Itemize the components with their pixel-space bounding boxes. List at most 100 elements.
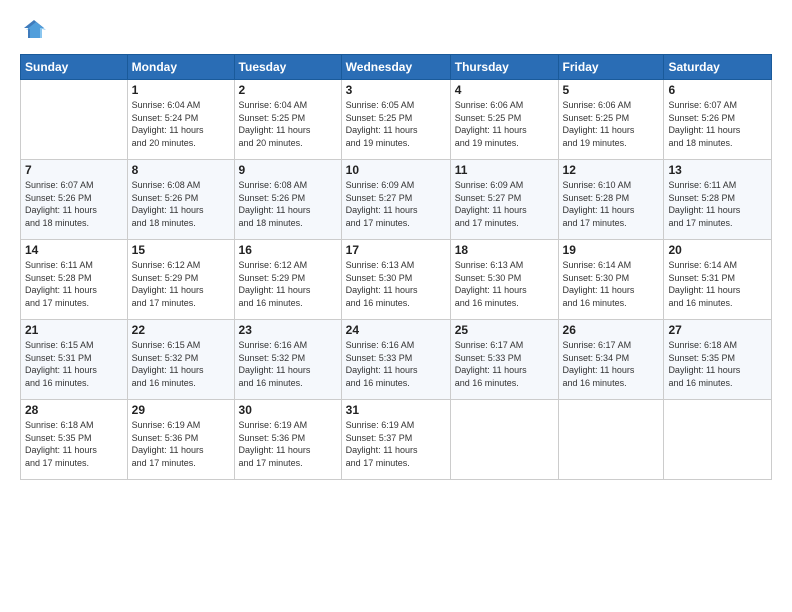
day-info: Sunrise: 6:15 AM Sunset: 5:32 PM Dayligh…	[132, 339, 230, 389]
day-info: Sunrise: 6:18 AM Sunset: 5:35 PM Dayligh…	[25, 419, 123, 469]
day-number: 8	[132, 163, 230, 177]
calendar-cell: 19 Sunrise: 6:14 AM Sunset: 5:30 PM Dayli…	[558, 240, 664, 320]
day-number: 17	[346, 243, 446, 257]
calendar-cell: 1 Sunrise: 6:04 AM Sunset: 5:24 PM Daylig…	[127, 80, 234, 160]
day-number: 13	[668, 163, 767, 177]
day-info: Sunrise: 6:13 AM Sunset: 5:30 PM Dayligh…	[346, 259, 446, 309]
day-number: 26	[563, 323, 660, 337]
day-info: Sunrise: 6:09 AM Sunset: 5:27 PM Dayligh…	[346, 179, 446, 229]
day-info: Sunrise: 6:17 AM Sunset: 5:34 PM Dayligh…	[563, 339, 660, 389]
day-number: 6	[668, 83, 767, 97]
calendar-cell: 5Sunrise: 6:06 AM Sunset: 5:25 PM Daylig…	[558, 80, 664, 160]
day-number: 10	[346, 163, 446, 177]
day-info: Sunrise: 6:14 AM Sunset: 5:30 PM Dayligh…	[563, 259, 660, 309]
day-number: 25	[455, 323, 554, 337]
day-number: 7	[25, 163, 123, 177]
calendar-cell: 6 Sunrise: 6:07 AM Sunset: 5:26 PM Daylig…	[664, 80, 772, 160]
day-info: Sunrise: 6:19 AM Sunset: 5:37 PM Dayligh…	[346, 419, 446, 469]
calendar-header: SundayMondayTuesdayWednesdayThursdayFrid…	[21, 55, 772, 80]
weekday-header: Tuesday	[234, 55, 341, 80]
day-number: 21	[25, 323, 123, 337]
day-number: 9	[239, 163, 337, 177]
calendar-cell	[558, 400, 664, 480]
calendar-cell: 28 Sunrise: 6:18 AM Sunset: 5:35 PM Dayli…	[21, 400, 128, 480]
day-info: Sunrise: 6:11 AM Sunset: 5:28 PM Dayligh…	[25, 259, 123, 309]
weekday-header: Monday	[127, 55, 234, 80]
day-info: Sunrise: 6:12 AM Sunset: 5:29 PM Dayligh…	[132, 259, 230, 309]
calendar-cell: 12 Sunrise: 6:10 AM Sunset: 5:28 PM Dayli…	[558, 160, 664, 240]
calendar-cell: 14 Sunrise: 6:11 AM Sunset: 5:28 PM Dayli…	[21, 240, 128, 320]
day-number: 30	[239, 403, 337, 417]
day-info: Sunrise: 6:07 AM Sunset: 5:26 PM Dayligh…	[668, 99, 767, 149]
day-info: Sunrise: 6:15 AM Sunset: 5:31 PM Dayligh…	[25, 339, 123, 389]
day-number: 20	[668, 243, 767, 257]
calendar-cell: 26 Sunrise: 6:17 AM Sunset: 5:34 PM Dayli…	[558, 320, 664, 400]
day-info: Sunrise: 6:16 AM Sunset: 5:32 PM Dayligh…	[239, 339, 337, 389]
day-number: 2	[239, 83, 337, 97]
calendar-cell: 20Sunrise: 6:14 AM Sunset: 5:31 PM Dayli…	[664, 240, 772, 320]
weekday-header: Saturday	[664, 55, 772, 80]
calendar-cell: 23 Sunrise: 6:16 AM Sunset: 5:32 PM Dayli…	[234, 320, 341, 400]
day-number: 16	[239, 243, 337, 257]
calendar-cell: 25 Sunrise: 6:17 AM Sunset: 5:33 PM Dayli…	[450, 320, 558, 400]
day-number: 24	[346, 323, 446, 337]
day-info: Sunrise: 6:19 AM Sunset: 5:36 PM Dayligh…	[239, 419, 337, 469]
weekday-header: Friday	[558, 55, 664, 80]
calendar-cell: 4Sunrise: 6:06 AM Sunset: 5:25 PM Daylig…	[450, 80, 558, 160]
calendar-cell	[664, 400, 772, 480]
day-info: Sunrise: 6:06 AM Sunset: 5:25 PM Dayligh…	[563, 99, 660, 149]
day-info: Sunrise: 6:07 AM Sunset: 5:26 PM Dayligh…	[25, 179, 123, 229]
day-info: Sunrise: 6:17 AM Sunset: 5:33 PM Dayligh…	[455, 339, 554, 389]
calendar-cell	[21, 80, 128, 160]
weekday-header: Thursday	[450, 55, 558, 80]
calendar: SundayMondayTuesdayWednesdayThursdayFrid…	[20, 54, 772, 480]
day-number: 12	[563, 163, 660, 177]
day-info: Sunrise: 6:18 AM Sunset: 5:35 PM Dayligh…	[668, 339, 767, 389]
calendar-week: 7 Sunrise: 6:07 AM Sunset: 5:26 PM Daylig…	[21, 160, 772, 240]
calendar-body: 1 Sunrise: 6:04 AM Sunset: 5:24 PM Daylig…	[21, 80, 772, 480]
day-info: Sunrise: 6:10 AM Sunset: 5:28 PM Dayligh…	[563, 179, 660, 229]
calendar-cell: 24 Sunrise: 6:16 AM Sunset: 5:33 PM Dayli…	[341, 320, 450, 400]
calendar-cell: 29Sunrise: 6:19 AM Sunset: 5:36 PM Dayli…	[127, 400, 234, 480]
calendar-cell: 17 Sunrise: 6:13 AM Sunset: 5:30 PM Dayli…	[341, 240, 450, 320]
calendar-cell: 27 Sunrise: 6:18 AM Sunset: 5:35 PM Dayli…	[664, 320, 772, 400]
page: SundayMondayTuesdayWednesdayThursdayFrid…	[0, 0, 792, 612]
calendar-cell: 2Sunrise: 6:04 AM Sunset: 5:25 PM Daylig…	[234, 80, 341, 160]
day-info: Sunrise: 6:19 AM Sunset: 5:36 PM Dayligh…	[132, 419, 230, 469]
calendar-cell: 22 Sunrise: 6:15 AM Sunset: 5:32 PM Dayli…	[127, 320, 234, 400]
day-number: 22	[132, 323, 230, 337]
day-info: Sunrise: 6:09 AM Sunset: 5:27 PM Dayligh…	[455, 179, 554, 229]
day-info: Sunrise: 6:11 AM Sunset: 5:28 PM Dayligh…	[668, 179, 767, 229]
calendar-cell: 11 Sunrise: 6:09 AM Sunset: 5:27 PM Dayli…	[450, 160, 558, 240]
day-info: Sunrise: 6:16 AM Sunset: 5:33 PM Dayligh…	[346, 339, 446, 389]
calendar-week: 28 Sunrise: 6:18 AM Sunset: 5:35 PM Dayli…	[21, 400, 772, 480]
calendar-cell: 3Sunrise: 6:05 AM Sunset: 5:25 PM Daylig…	[341, 80, 450, 160]
day-number: 23	[239, 323, 337, 337]
calendar-cell: 10 Sunrise: 6:09 AM Sunset: 5:27 PM Dayli…	[341, 160, 450, 240]
calendar-week: 21 Sunrise: 6:15 AM Sunset: 5:31 PM Dayli…	[21, 320, 772, 400]
calendar-cell: 16Sunrise: 6:12 AM Sunset: 5:29 PM Dayli…	[234, 240, 341, 320]
calendar-cell: 18Sunrise: 6:13 AM Sunset: 5:30 PM Dayli…	[450, 240, 558, 320]
calendar-cell: 15 Sunrise: 6:12 AM Sunset: 5:29 PM Dayli…	[127, 240, 234, 320]
day-number: 15	[132, 243, 230, 257]
day-info: Sunrise: 6:06 AM Sunset: 5:25 PM Dayligh…	[455, 99, 554, 149]
day-info: Sunrise: 6:04 AM Sunset: 5:24 PM Dayligh…	[132, 99, 230, 149]
day-info: Sunrise: 6:08 AM Sunset: 5:26 PM Dayligh…	[132, 179, 230, 229]
logo-icon	[20, 16, 48, 44]
day-info: Sunrise: 6:05 AM Sunset: 5:25 PM Dayligh…	[346, 99, 446, 149]
day-number: 1	[132, 83, 230, 97]
weekday-row: SundayMondayTuesdayWednesdayThursdayFrid…	[21, 55, 772, 80]
calendar-cell: 8 Sunrise: 6:08 AM Sunset: 5:26 PM Daylig…	[127, 160, 234, 240]
day-number: 18	[455, 243, 554, 257]
day-number: 27	[668, 323, 767, 337]
calendar-cell: 13 Sunrise: 6:11 AM Sunset: 5:28 PM Dayli…	[664, 160, 772, 240]
calendar-week: 14 Sunrise: 6:11 AM Sunset: 5:28 PM Dayli…	[21, 240, 772, 320]
calendar-cell: 31Sunrise: 6:19 AM Sunset: 5:37 PM Dayli…	[341, 400, 450, 480]
day-number: 11	[455, 163, 554, 177]
day-number: 14	[25, 243, 123, 257]
day-number: 28	[25, 403, 123, 417]
calendar-cell: 21 Sunrise: 6:15 AM Sunset: 5:31 PM Dayli…	[21, 320, 128, 400]
day-info: Sunrise: 6:08 AM Sunset: 5:26 PM Dayligh…	[239, 179, 337, 229]
day-number: 19	[563, 243, 660, 257]
calendar-cell: 7 Sunrise: 6:07 AM Sunset: 5:26 PM Daylig…	[21, 160, 128, 240]
